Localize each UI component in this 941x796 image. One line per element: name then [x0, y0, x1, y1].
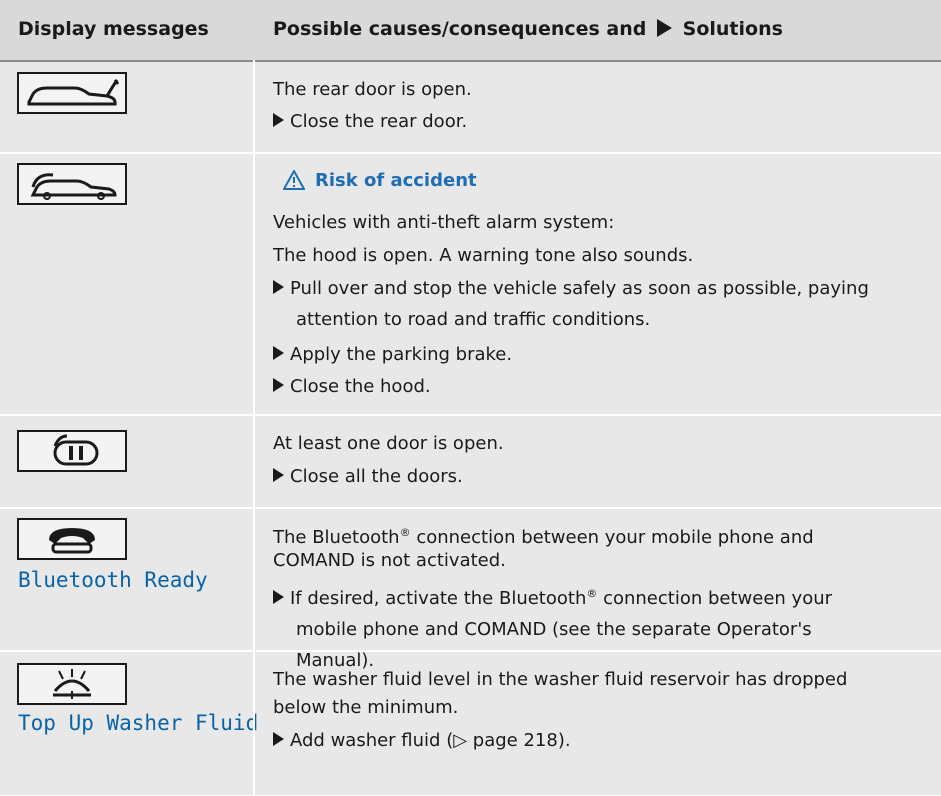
washer-cause-line-1: The washer fluid level in the washer flu…	[273, 669, 848, 690]
bluetooth-cause-line-2: COMAND is not activated.	[273, 550, 506, 571]
washer-cause-line-2: below the minimum.	[273, 697, 459, 718]
bullet-arrow-icon	[273, 732, 284, 746]
washer-solution: Add washer fluid (▷ page 218).	[273, 725, 571, 756]
triangle-arrow-icon	[657, 19, 673, 37]
hood-open-icon	[17, 163, 127, 205]
door-open-icon	[17, 430, 127, 472]
rear-door-solution: Close the rear door.	[273, 106, 467, 137]
table-header: Display messages Possible causes/consequ…	[0, 0, 941, 62]
header-causes-label: Possible causes/consequences and	[273, 18, 647, 40]
column-divider	[253, 60, 255, 795]
bullet-arrow-icon	[273, 590, 284, 604]
phone-icon	[17, 518, 127, 560]
bluetooth-ready-display: Bluetooth Ready	[18, 568, 208, 592]
header-solutions-label: Solutions	[682, 18, 783, 40]
bullet-arrow-icon	[273, 346, 284, 360]
doors-cause: At least one door is open.	[273, 433, 504, 454]
hood-cause-2: The hood is open. A warning tone also so…	[273, 245, 694, 266]
warning-triangle-icon	[282, 168, 306, 190]
hood-cause-1: Vehicles with anti-theft alarm system:	[273, 212, 615, 233]
header-causes-solutions: Possible causes/consequences and Solutio…	[273, 18, 783, 40]
bluetooth-solution: If desired, activate the Bluetooth® conn…	[273, 578, 832, 676]
bullet-arrow-icon	[273, 378, 284, 392]
rear-door-cause: The rear door is open.	[273, 79, 472, 100]
bullet-arrow-icon	[273, 113, 284, 127]
risk-warning: Risk of accident	[282, 168, 477, 191]
washer-fluid-icon	[17, 663, 127, 705]
doors-solution: Close all the doors.	[273, 461, 463, 492]
bullet-arrow-icon	[273, 280, 284, 294]
hood-solution-3: Close the hood.	[273, 371, 431, 402]
hood-solution-1: Pull over and stop the vehicle safely as…	[273, 273, 869, 335]
header-display-messages: Display messages	[18, 18, 209, 40]
bullet-arrow-icon	[273, 468, 284, 482]
rear-door-open-icon	[17, 72, 127, 114]
top-up-washer-fluid-display: Top Up Washer Fluid	[18, 711, 259, 735]
hood-solution-2: Apply the parking brake.	[273, 339, 512, 370]
